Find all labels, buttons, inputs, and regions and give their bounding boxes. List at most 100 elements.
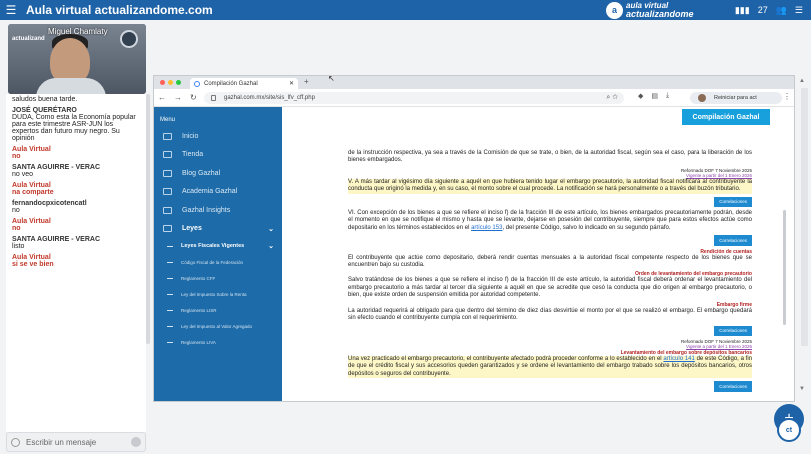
profile-avatar[interactable] xyxy=(698,94,706,102)
close-tab-icon[interactable]: ✕ xyxy=(289,80,294,87)
zoom-icon[interactable]: ⌕ ☆ xyxy=(606,94,618,102)
paragraph: Una vez practicado el embargo precautori… xyxy=(348,355,752,379)
text: , del presente Código, salvo lo indicado… xyxy=(502,224,671,231)
forward-icon[interactable]: → xyxy=(174,93,182,102)
participant-count: 27 xyxy=(757,5,768,15)
vigente-link[interactable]: Vigente a partir del 1 Enero 2026 xyxy=(686,344,752,349)
tab-search-icon[interactable]: ▤ xyxy=(651,92,658,100)
chat-scrollbar[interactable] xyxy=(146,94,150,344)
sidebar-item-leyes[interactable]: Leyes ⌄ xyxy=(154,220,282,239)
browser-tab[interactable]: Compilación Gazhal ✕ xyxy=(190,78,298,89)
tab-title: Compilación Gazhal xyxy=(204,80,258,87)
submenu-item[interactable]: Reglamento LIVA xyxy=(154,334,282,350)
send-icon[interactable] xyxy=(131,437,141,447)
correlaciones-button[interactable]: Correlaciones xyxy=(714,196,752,208)
paragraph: de la instrucción respectiva, ya sea a t… xyxy=(348,150,752,164)
submenu-item-label: Código Fiscal de la Federación xyxy=(181,259,244,265)
sidebar-item-label: Inicio xyxy=(182,132,199,140)
dash-icon xyxy=(167,277,173,279)
lock-icon xyxy=(211,95,216,101)
help-button[interactable]: ct xyxy=(777,418,801,442)
chevron-down-icon: ⌄ xyxy=(268,243,274,250)
document-scrollbar[interactable] xyxy=(783,210,786,325)
logo-line2: actualizandome xyxy=(626,9,694,19)
chat-message: Aula Virtual no xyxy=(6,216,146,234)
url-bar: ← → ↻ gazhal.com.mx/site/sis_lfv_cff.php… xyxy=(154,89,794,107)
google-favicon-icon xyxy=(194,80,200,87)
more-options-icon[interactable]: ⋮ xyxy=(783,92,791,101)
chat-user: Aula Virtual xyxy=(12,254,51,261)
download-icon[interactable]: ⤓ xyxy=(666,92,669,100)
chat-message: Aula Virtual no xyxy=(6,144,146,162)
scroll-up-icon[interactable]: ▲ xyxy=(799,78,805,84)
update-button[interactable]: Reiniciar para act xyxy=(690,92,782,104)
address-field[interactable]: gazhal.com.mx/site/sis_lfv_cff.php ⌕ ☆ xyxy=(204,92,624,104)
scroll-down-icon[interactable]: ▼ xyxy=(799,386,805,392)
articulo-141-link[interactable]: artículo 141 xyxy=(663,356,694,362)
compilacion-button[interactable]: Compilación Gazhal xyxy=(682,109,770,125)
chat-message: SANTA AGUIRRE - VERAC listo xyxy=(6,234,146,252)
mouse-cursor-icon: ↖ xyxy=(328,74,335,83)
correlaciones-button[interactable]: Correlaciones xyxy=(714,325,752,336)
speaker-shirt xyxy=(36,78,106,94)
submenu-item[interactable]: Ley del Impuesto Sobre la Renta xyxy=(154,286,282,302)
chat-message: Aula Virtual na comparte xyxy=(6,180,146,198)
law-text: de la instrucción respectiva, ya sea a t… xyxy=(348,150,752,395)
dash-icon xyxy=(167,309,173,311)
submenu-item[interactable]: Reglamento CFF xyxy=(154,270,282,286)
nav-icon xyxy=(163,188,172,196)
minimize-window-icon[interactable] xyxy=(168,80,173,85)
speaker-video: actualizand Miguel Chamlaty xyxy=(8,24,146,94)
submenu-item[interactable]: Código Fiscal de la Federación xyxy=(154,254,282,270)
signal-icon: ▮▮▮ xyxy=(734,4,750,15)
hamburger-icon[interactable]: ☰ xyxy=(0,3,22,17)
emoji-icon[interactable] xyxy=(11,437,20,447)
correlaciones-button[interactable]: Correlaciones xyxy=(714,235,752,246)
dash-icon xyxy=(167,341,173,343)
new-tab-icon[interactable]: + xyxy=(304,77,309,86)
close-window-icon[interactable] xyxy=(160,80,165,85)
chat-text: listo xyxy=(12,243,25,250)
submenu-heading[interactable]: Leyes Fiscales Vigentes ⌄ xyxy=(154,238,282,254)
correlaciones-button[interactable]: Correlaciones xyxy=(714,381,752,392)
users-icon[interactable]: 👥 xyxy=(776,5,787,16)
chat-text: no xyxy=(12,153,21,160)
submenu-item[interactable]: Ley del Impuesto al Valor Agregado xyxy=(154,318,282,334)
app-title: Aula virtual actualizandome.com xyxy=(26,3,213,17)
sidebar-item-label: Leyes xyxy=(182,225,202,233)
tab-bar: Compilación Gazhal ✕ + xyxy=(154,76,794,89)
submenu-item[interactable]: Reglamento LISR xyxy=(154,302,282,318)
chat-message: fernandocpxicotencatl no xyxy=(6,198,146,216)
chat-text: si se ve bien xyxy=(12,261,54,268)
chat-message: JOSÉ QUERÉTARO DUDA, Como esta la Economí… xyxy=(6,105,146,144)
paragraph: El contribuyente que actúe como deposita… xyxy=(348,254,752,269)
maximize-window-icon[interactable] xyxy=(176,80,181,85)
speaker-name: Miguel Chamlaty xyxy=(48,27,108,36)
menu-icon[interactable]: ☰ xyxy=(795,5,803,16)
chat-message: SANTA AGUIRRE - VERAC no veo xyxy=(6,162,146,180)
chat-input[interactable]: Escribir un mensaje xyxy=(6,432,146,452)
document-area: Compilación Gazhal de la instrucción res… xyxy=(282,107,794,401)
reload-icon[interactable]: ↻ xyxy=(190,93,197,102)
back-icon[interactable]: ← xyxy=(158,93,166,102)
update-label: Reiniciar para act xyxy=(714,95,757,101)
sidebar-item[interactable]: Gazhal Insights xyxy=(154,201,282,220)
paragraph: La autoridad requerirá al obligado para … xyxy=(348,307,752,322)
video-brand: actualizand xyxy=(12,36,45,42)
vigente-link[interactable]: Vigente a partir del 1 Enero 2026 xyxy=(686,173,752,178)
sidebar-item[interactable]: Academia Gazhal xyxy=(154,183,282,202)
chat-panel[interactable]: saludos buena tarde. JOSÉ QUERÉTARO DUDA, … xyxy=(6,94,146,432)
dash-icon xyxy=(167,261,173,263)
dash-icon xyxy=(167,293,173,295)
chat-user: Aula Virtual xyxy=(12,218,51,225)
sidebar-item[interactable]: Tienda xyxy=(154,146,282,165)
sidebar-item[interactable]: Blog Gazhal xyxy=(154,164,282,183)
chat-text: no veo xyxy=(12,171,34,178)
chat-user: fernandocpxicotencatl xyxy=(12,200,87,207)
extension-icon[interactable]: ◆ xyxy=(638,92,643,100)
sidebar-item[interactable]: Inicio xyxy=(154,127,282,146)
chat-input-placeholder: Escribir un mensaje xyxy=(26,437,97,447)
dash-icon xyxy=(167,325,173,327)
articulo-153-link[interactable]: artículo 153 xyxy=(471,225,502,231)
page-scrollbar[interactable] xyxy=(801,88,808,346)
